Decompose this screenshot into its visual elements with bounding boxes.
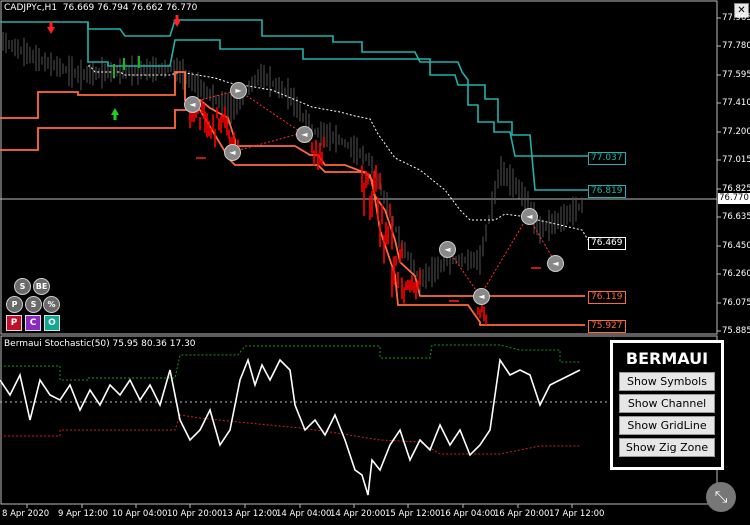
time-label: 13 Apr 12:00 — [222, 509, 278, 519]
o-square-button[interactable]: O — [44, 315, 60, 331]
price-tick: 77.965 — [722, 13, 750, 23]
chart-title: CADJPYc,H1 76.669 76.794 76.662 76.770 — [4, 3, 198, 13]
bermaui-panel: BERMAUI Show Symbols Show Channel Show G… — [610, 340, 724, 470]
c-square-button[interactable]: C — [25, 315, 41, 331]
zigzag-marker-icon: ◄ — [224, 144, 241, 161]
price-tick: 77.200 — [722, 127, 750, 137]
main-pane-frame — [0, 0, 718, 335]
be-button[interactable]: BE — [33, 278, 50, 295]
zigzag-marker-icon: ◄ — [439, 241, 456, 258]
show-channel-button[interactable]: Show Channel — [619, 394, 715, 413]
zigzag-marker-icon: ► — [230, 82, 247, 99]
bearish-candles — [189, 100, 487, 325]
show-gridline-button[interactable]: Show GridLine — [619, 416, 715, 435]
p-square-button[interactable]: P — [6, 315, 22, 331]
channel-price-label: 76.119 — [588, 291, 626, 304]
price-tick: 76.635 — [722, 212, 750, 222]
indicator-title: Bermaui Stochastic(50) 75.95 80.36 17.30 — [4, 339, 196, 349]
time-label: 17 Apr 12:00 — [549, 509, 605, 519]
show-zig-zone-button[interactable]: Show Zig Zone — [619, 438, 715, 457]
zigzag-marker-icon: ◄ — [296, 126, 313, 143]
time-label: 14 Apr 04:00 — [276, 509, 332, 519]
price-tick: 77.410 — [722, 98, 750, 108]
candles — [2, 32, 583, 293]
time-label: 16 Apr 04:00 — [440, 509, 496, 519]
channel-price-label: 77.037 — [588, 152, 626, 165]
time-label: 14 Apr 20:00 — [330, 509, 386, 519]
time-label: 10 Apr 20:00 — [167, 509, 223, 519]
zigzag-marker-icon: ◄ — [184, 96, 201, 113]
zigzag-marker-icon: ◄ — [521, 208, 538, 225]
current-price-label: 76.770 — [718, 193, 750, 204]
stoch-lower-band — [0, 414, 580, 455]
price-tick: 77.015 — [722, 155, 750, 165]
price-tick: 77.780 — [722, 41, 750, 51]
time-label: 8 Apr 2020 — [2, 509, 50, 519]
percent-button[interactable]: % — [43, 296, 60, 313]
price-tick: 77.595 — [722, 70, 750, 80]
price-tick: 76.450 — [722, 241, 750, 251]
zigzag-marker-icon: ◄ — [473, 288, 490, 305]
symbols-s-button[interactable]: S — [14, 278, 31, 295]
time-label: 9 Apr 12:00 — [58, 509, 109, 519]
sell-arrow-icon — [47, 22, 55, 34]
zigzag-line-2 — [446, 215, 556, 297]
time-label: 15 Apr 12:00 — [385, 509, 441, 519]
channel-price-label: 75.927 — [588, 320, 626, 333]
channel-price-label: 76.819 — [588, 185, 626, 198]
price-tick: 76.260 — [722, 269, 750, 279]
time-axis-ticks — [26, 504, 573, 508]
price-tick: 76.075 — [722, 298, 750, 308]
time-label: 16 Apr 20:00 — [494, 509, 550, 519]
zoom-icon[interactable]: ⤡ — [706, 482, 736, 512]
p-button[interactable]: P — [6, 296, 23, 313]
show-symbols-button[interactable]: Show Symbols — [619, 372, 715, 391]
s-button[interactable]: S — [25, 296, 42, 313]
panel-title: BERMAUI — [625, 349, 709, 368]
zigzag-marker-icon: ◄ — [547, 255, 564, 272]
mid-price-label: 76.469 — [588, 237, 626, 250]
time-label: 10 Apr 04:00 — [112, 509, 168, 519]
price-tick: 75.885 — [722, 326, 750, 336]
price-axis-ticks — [717, 17, 721, 332]
buy-arrow-icon — [111, 108, 119, 120]
orange-lower-channel — [0, 109, 585, 326]
